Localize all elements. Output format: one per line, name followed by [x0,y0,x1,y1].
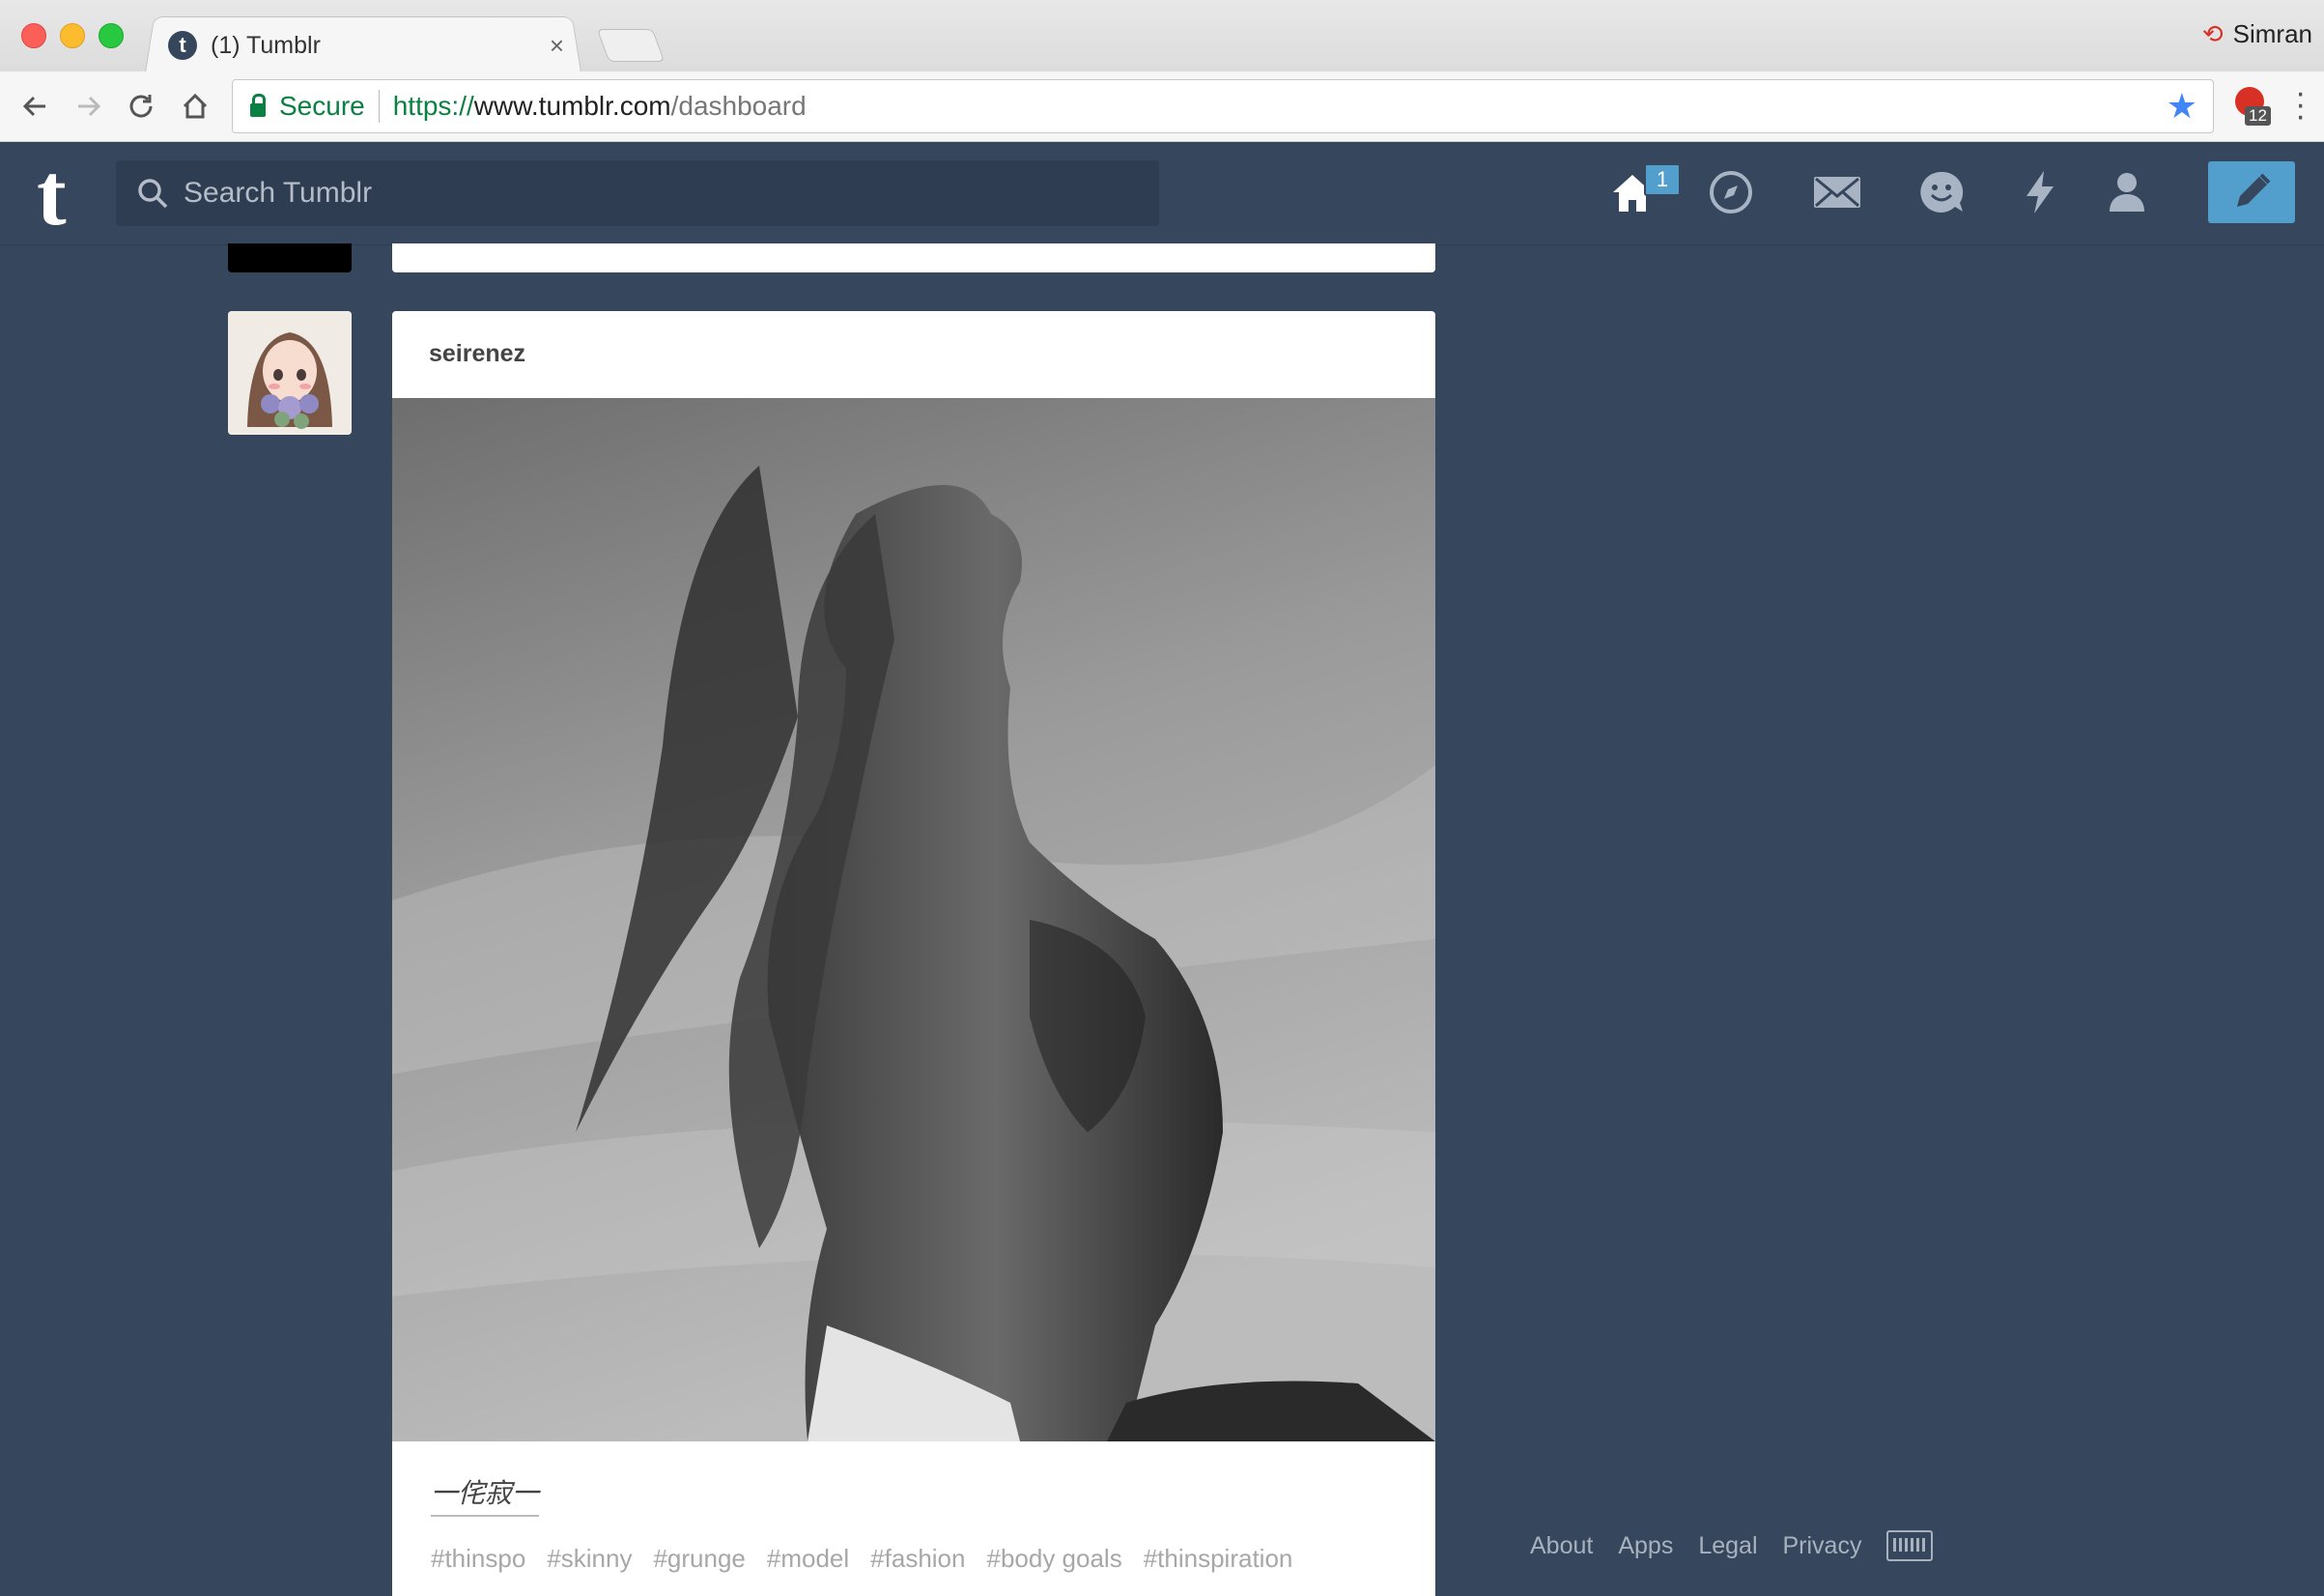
smiley-icon[interactable] [1916,167,1967,217]
lightning-icon[interactable] [2015,167,2065,217]
minimize-window-button[interactable] [60,23,85,48]
back-button[interactable] [14,85,56,128]
search-icon [138,179,168,209]
avatar[interactable] [228,311,352,435]
post-author[interactable]: seirenez [429,340,525,368]
url-scheme: https:// [392,91,474,121]
home-notification-badge: 1 [1644,163,1681,196]
post-caption: 一侘寂一 [431,1472,540,1517]
bookmark-star-icon[interactable]: ★ [2167,86,2197,127]
keyboard-shortcuts-icon[interactable] [1886,1530,1934,1561]
mail-icon[interactable] [1810,167,1864,217]
tag-link[interactable]: #fashion [870,1544,965,1574]
forward-button[interactable] [68,85,110,128]
post-card: seirenez 一侘寂一 #thinspo #skinny #grunge #… [392,311,1435,1596]
compass-icon[interactable] [1706,167,1756,217]
previous-post-avatar[interactable] [228,243,352,272]
tag-link[interactable]: #grunge [653,1544,745,1574]
tag-link[interactable]: #thinspo [431,1544,525,1574]
tag-link[interactable]: #body goals [986,1544,1121,1574]
avatar-illustration [228,311,352,435]
address-bar[interactable]: Secure https://www.tumblr.com/dashboard … [232,79,2214,133]
arrow-right-icon [78,96,101,117]
home-button[interactable] [174,85,216,128]
home-icon [183,93,208,119]
compose-button[interactable] [2208,161,2295,223]
sync-error-icon: ⟲ [2201,19,2224,48]
tumblr-logo[interactable]: t [37,150,67,239]
tag-link[interactable]: #skinny [547,1544,632,1574]
tumblr-header: t 1 [0,142,2324,245]
address-divider [378,90,380,123]
search-bar[interactable] [116,160,1159,226]
new-tab-button[interactable] [596,29,666,62]
dashboard-footer: About Apps Legal Privacy [1530,1530,1934,1561]
close-window-button[interactable] [21,23,46,48]
tab-close-icon[interactable]: × [550,31,564,61]
tag-link[interactable]: #thinspiration [1144,1544,1293,1574]
url-path: /dashboard [670,91,807,121]
browser-titlebar: t (1) Tumblr × ⟲ Simran [0,0,2324,73]
tab-title: (1) Tumblr [211,31,321,59]
footer-about-link[interactable]: About [1530,1532,1593,1560]
extension-badge: 12 [2245,106,2271,126]
lock-icon [250,94,266,117]
search-input[interactable] [182,176,1055,211]
browser-tab-content[interactable]: t (1) Tumblr × [164,21,580,70]
footer-apps-link[interactable]: Apps [1618,1532,1673,1560]
person-icon[interactable] [2102,167,2152,217]
pencil-icon [2237,173,2271,207]
url-host: www.tumblr.com [473,91,671,121]
reload-button[interactable] [120,85,162,128]
footer-privacy-link[interactable]: Privacy [1783,1532,1862,1560]
extension-button[interactable]: 12 [2231,85,2271,128]
reload-icon [129,95,153,118]
tumblr-favicon-icon: t [168,31,197,60]
secure-label: Secure [279,91,365,121]
arrow-left-icon [22,96,45,117]
vertical-dots-icon[interactable]: · · · [2295,76,2306,132]
profile-name: Simran [2232,19,2312,48]
maximize-window-button[interactable] [99,23,124,48]
footer-legal-link[interactable]: Legal [1698,1532,1757,1560]
tag-link[interactable]: #model [767,1544,849,1574]
post-tags: #thinspo #skinny #grunge #model #fashion… [431,1544,1292,1574]
post-photo[interactable] [392,398,1435,1441]
browser-toolbar: Secure https://www.tumblr.com/dashboard … [0,71,2324,142]
previous-post-card [392,243,1435,272]
browser-profile[interactable]: ⟲ Simran [2202,19,2312,49]
